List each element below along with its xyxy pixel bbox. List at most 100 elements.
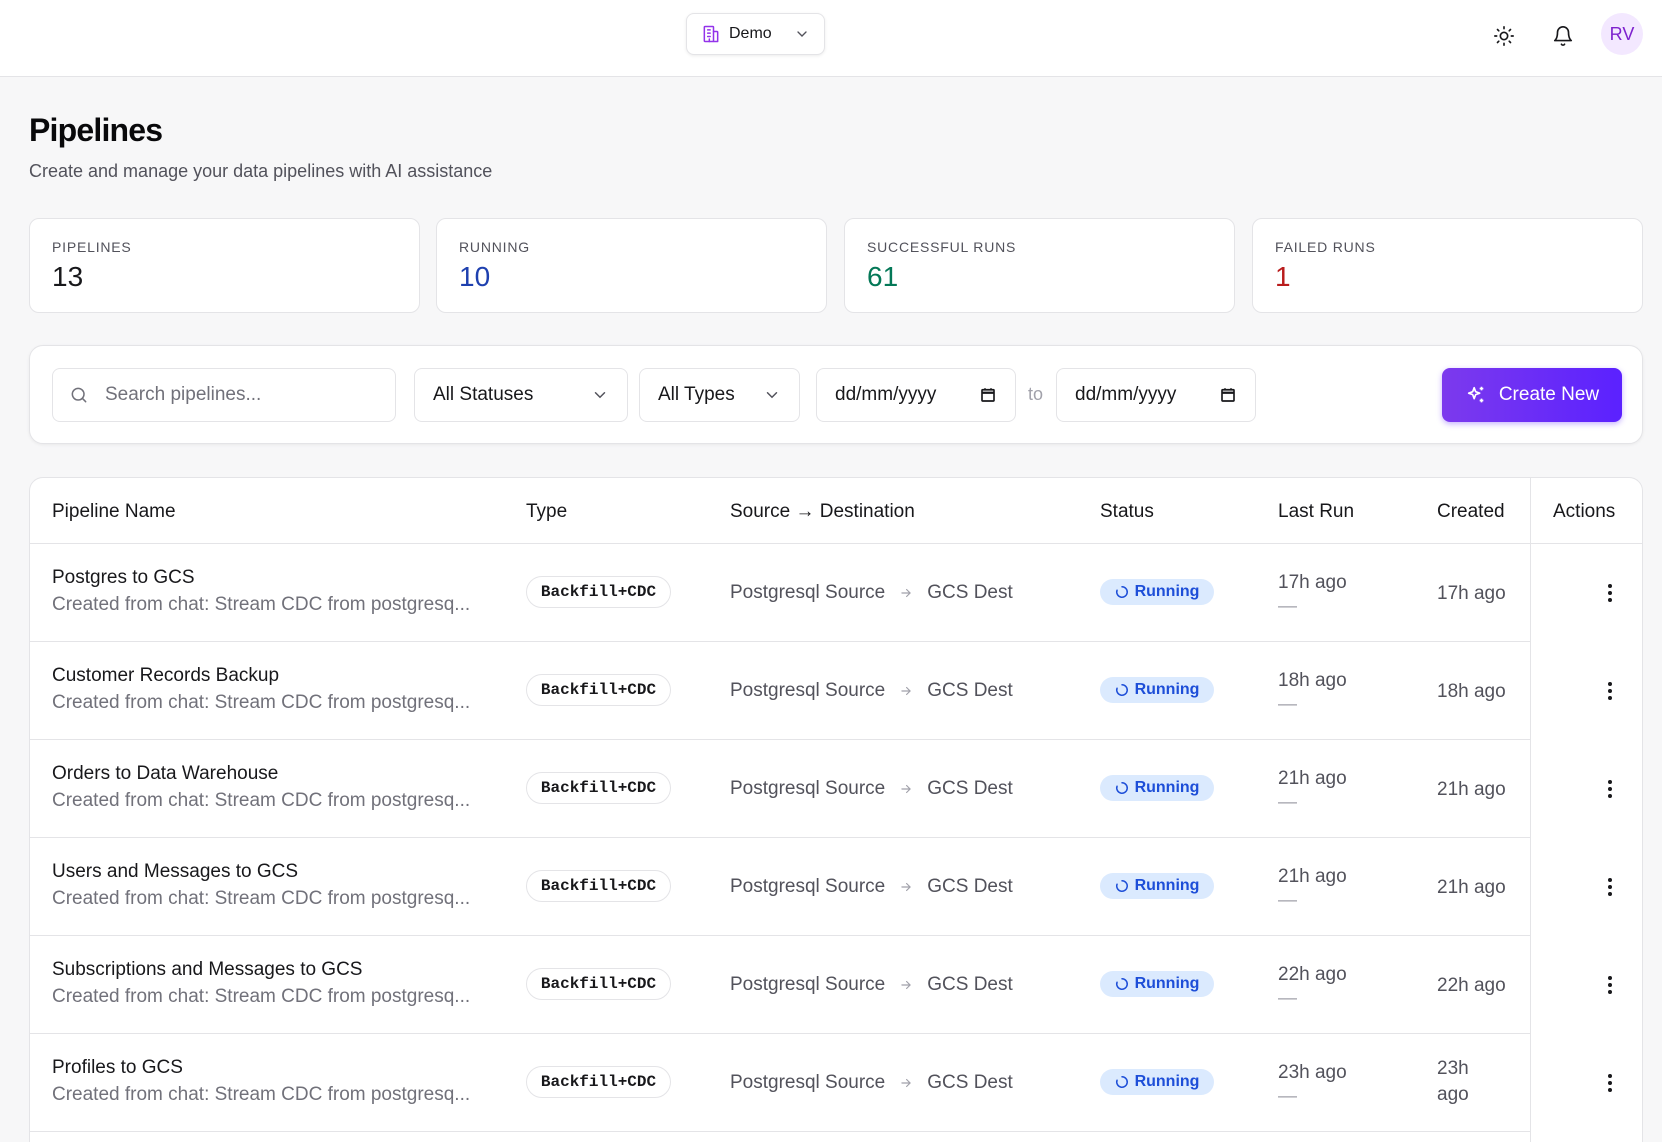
stat-label: FAILED RUNS [1275,239,1376,255]
stat-card-successful-runs: SUCCESSFUL RUNS 61 [844,218,1235,313]
date-to-input[interactable]: dd/mm/yyyy [1056,368,1256,422]
actions-column-divider [1530,478,1531,1142]
theme-toggle-button[interactable] [1486,18,1522,54]
arrow-right-icon [901,686,912,696]
source-destination: Postgresql Source GCS Dest [730,582,1013,604]
chevron-down-icon [797,31,807,37]
type-badge: Backfill+CDC [526,772,671,804]
pipeline-name[interactable]: Postgres to GCS [52,567,195,589]
date-from-input[interactable]: dd/mm/yyyy [816,368,1016,422]
last-run-detail: — [1278,1086,1297,1107]
pipeline-name[interactable]: Users and Messages to GCS [52,861,298,883]
source-name: Postgresql Source [730,778,886,799]
arrow-right-icon [901,784,912,794]
pipeline-description: Created from chat: Stream CDC from postg… [52,692,471,713]
date-from-value: dd/mm/yyyy [835,384,937,405]
row-actions-button[interactable] [1600,774,1620,804]
last-run: 21h ago — [1278,767,1347,815]
status-badge: Running [1100,1069,1214,1095]
kebab-menu-icon [1608,584,1612,602]
status-select[interactable]: All Statuses [414,368,628,422]
source-destination: Postgresql Source GCS Dest [730,876,1013,898]
create-new-button[interactable]: Create New [1442,368,1622,422]
stat-card-pipelines: PIPELINES 13 [29,218,420,313]
filter-bar: All Statuses All Types dd/mm/yyyy to dd/… [29,345,1643,444]
status-label: Running [1134,975,1200,992]
loader-icon [1115,879,1128,892]
row-actions-button[interactable] [1600,676,1620,706]
destination-name: GCS Dest [927,876,1013,897]
table-row[interactable]: Profiles to GCS Created from chat: Strea… [30,1034,1530,1132]
row-actions-button[interactable] [1600,578,1620,608]
pipeline-name[interactable]: Subscriptions and Messages to GCS [52,959,363,981]
column-header-name[interactable]: Pipeline Name [52,501,176,523]
calendar-icon[interactable] [979,386,997,404]
table-row[interactable]: Customer Records Backup Created from cha… [30,642,1530,740]
kebab-menu-icon [1608,1074,1612,1092]
source-destination: Postgresql Source GCS Dest [730,680,1013,702]
table-row[interactable]: Orders to Data Warehouse Created from ch… [30,740,1530,838]
kebab-menu-icon [1608,878,1612,896]
search-field[interactable] [52,368,396,422]
arrow-right-icon [901,588,912,598]
workspace-label: Demo [729,25,772,42]
stat-label: RUNNING [459,239,530,255]
column-header-actions: Actions [1553,501,1616,522]
status-label: Running [1134,1073,1200,1090]
column-header-type[interactable]: Type [526,501,567,523]
loader-icon [1115,1075,1128,1088]
last-run-detail: — [1278,792,1297,813]
status-select-value: All Statuses [433,384,534,405]
last-run-time: 21h ago [1278,866,1347,887]
top-bar: Demo RV [0,0,1662,77]
page-subtitle: Create and manage your data pipelines wi… [29,161,493,181]
table-row[interactable]: Users and Messages to GCS Created from c… [30,838,1530,936]
row-actions-button[interactable] [1600,970,1620,1000]
pipelines-table: Pipeline Name Type Source → Destination … [29,477,1643,1142]
calendar-icon[interactable] [1219,386,1237,404]
last-run-detail: — [1278,890,1297,911]
source-name: Postgresql Source [730,582,886,603]
notifications-button[interactable] [1545,18,1581,54]
loader-icon [1115,781,1128,794]
create-new-label: Create New [1498,384,1600,405]
column-header-status[interactable]: Status [1100,501,1154,523]
row-actions-button[interactable] [1600,1068,1620,1098]
status-label: Running [1134,681,1200,698]
source-name: Postgresql Source [730,680,886,701]
pipeline-name[interactable]: Profiles to GCS [52,1057,183,1079]
status-badge: Running [1100,677,1214,703]
last-run-time: 17h ago [1278,572,1347,593]
pipeline-name[interactable]: Customer Records Backup [52,665,279,687]
status-label: Running [1134,583,1200,600]
created-time: 22h ago [1437,975,1506,996]
type-badge: Backfill+CDC [526,968,671,1000]
type-select[interactable]: All Types [639,368,800,422]
column-header-last-run[interactable]: Last Run [1278,501,1354,523]
type-select-value: All Types [658,384,735,405]
stat-value: 61 [867,261,899,292]
destination-name: GCS Dest [927,582,1013,603]
table-row[interactable]: Postgres to GCS Created from chat: Strea… [30,544,1530,642]
source-destination: Postgresql Source GCS Dest [730,1072,1013,1094]
last-run: 17h ago — [1278,571,1347,619]
workspace-switcher[interactable]: Demo [686,13,825,55]
status-badge: Running [1100,579,1214,605]
user-avatar[interactable]: RV [1601,13,1643,55]
pipeline-name[interactable]: Orders to Data Warehouse [52,763,278,785]
column-header-created[interactable]: Created [1437,501,1505,523]
pipeline-description: Created from chat: Stream CDC from postg… [52,1084,471,1105]
loader-icon [1115,585,1128,598]
source-name: Postgresql Source [730,1072,886,1093]
table-row[interactable]: Subscriptions and Messages to GCS Create… [30,936,1530,1034]
source-destination: Postgresql Source GCS Dest [730,974,1013,996]
loader-icon [1115,977,1128,990]
column-header-source-destination[interactable]: Source → Destination [730,501,915,523]
loader-icon [1115,683,1128,696]
kebab-menu-icon [1608,780,1612,798]
search-input[interactable] [105,384,355,406]
row-actions-button[interactable] [1600,872,1620,902]
last-run: 18h ago — [1278,669,1347,717]
sun-icon [1494,26,1514,46]
bell-icon [1553,26,1573,47]
